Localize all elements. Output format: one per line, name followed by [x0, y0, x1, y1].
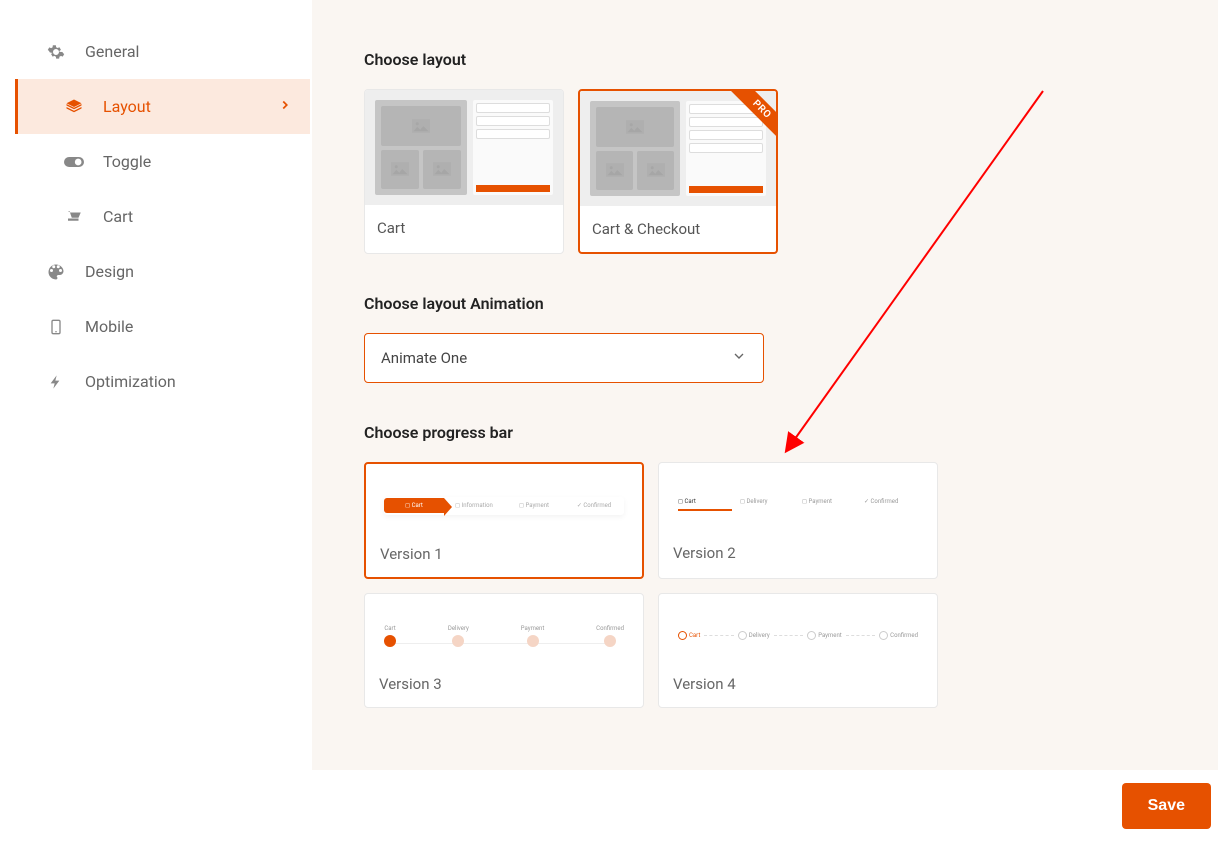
- sidebar-item-toggle[interactable]: Toggle: [15, 134, 310, 189]
- progress-thumb: ◻ Cart ◻ Information ◻ Payment ✓ Confirm…: [380, 478, 628, 533]
- sidebar-item-label: Cart: [103, 207, 133, 226]
- sidebar-item-cart[interactable]: Cart: [15, 189, 310, 244]
- gear-icon: [45, 43, 67, 61]
- sidebar-item-label: General: [85, 42, 139, 61]
- progress-thumb: Cart Delivery Payment Confirmed: [673, 608, 923, 663]
- sidebar-item-label: Mobile: [85, 317, 133, 336]
- cart-icon: [63, 208, 85, 226]
- layout-thumb: [580, 91, 776, 206]
- progress-card-label: Version 4: [673, 675, 923, 693]
- chevron-down-icon: [731, 348, 747, 368]
- main-panel: Choose layout Cart PRO: [312, 0, 1218, 770]
- progress-thumb: Cart Delivery Payment Confirmed: [379, 608, 629, 663]
- progress-card-v1[interactable]: ◻ Cart ◻ Information ◻ Payment ✓ Confirm…: [364, 462, 644, 579]
- layout-card-cart[interactable]: Cart: [364, 89, 564, 254]
- layout-card-label: Cart: [365, 205, 563, 251]
- settings-sidebar: General Layout Toggle Cart Design Mobile: [15, 0, 310, 770]
- sidebar-item-label: Layout: [103, 97, 151, 116]
- mobile-icon: [45, 318, 67, 336]
- progress-thumb: ◻ Cart ◻ Delivery ◻ Payment ✓ Confirmed: [673, 477, 923, 532]
- palette-icon: [45, 263, 67, 281]
- progress-card-v2[interactable]: ◻ Cart ◻ Delivery ◻ Payment ✓ Confirmed …: [658, 462, 938, 579]
- layout-card-label: Cart & Checkout: [580, 206, 776, 252]
- sidebar-item-mobile[interactable]: Mobile: [15, 299, 310, 354]
- progress-card-label: Version 3: [379, 675, 629, 693]
- layout-card-cart-checkout[interactable]: PRO Cart & Checkout: [578, 89, 778, 254]
- sidebar-item-label: Design: [85, 262, 134, 281]
- progress-card-v3[interactable]: Cart Delivery Payment Confirmed Version …: [364, 593, 644, 708]
- animation-select[interactable]: Animate One: [364, 333, 764, 383]
- toggle-icon: [63, 156, 85, 168]
- progress-card-label: Version 1: [380, 545, 628, 563]
- section-title-layout: Choose layout: [364, 50, 1166, 69]
- sidebar-item-general[interactable]: General: [15, 24, 310, 79]
- sidebar-item-label: Optimization: [85, 372, 176, 391]
- chevron-right-icon: [278, 97, 292, 116]
- sidebar-item-label: Toggle: [103, 152, 151, 171]
- save-button[interactable]: Save: [1122, 783, 1211, 829]
- section-title-animation: Choose layout Animation: [364, 294, 1166, 313]
- progress-card-v4[interactable]: Cart Delivery Payment Confirmed Version …: [658, 593, 938, 708]
- animation-select-value: Animate One: [381, 349, 467, 367]
- sidebar-item-optimization[interactable]: Optimization: [15, 354, 310, 409]
- layout-thumb: [365, 90, 563, 205]
- progress-card-row: ◻ Cart ◻ Information ◻ Payment ✓ Confirm…: [364, 462, 1166, 708]
- layers-icon: [63, 98, 85, 116]
- layout-card-row: Cart PRO Cart & Checkout: [364, 89, 1166, 254]
- section-title-progress: Choose progress bar: [364, 423, 1166, 442]
- progress-card-label: Version 2: [673, 544, 923, 562]
- sidebar-item-layout[interactable]: Layout: [15, 79, 310, 134]
- sidebar-item-design[interactable]: Design: [15, 244, 310, 299]
- bolt-icon: [45, 373, 67, 391]
